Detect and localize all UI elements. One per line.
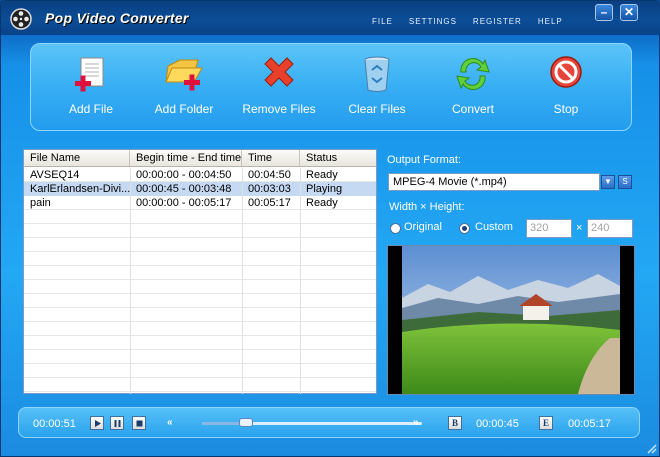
table-row[interactable]: KarlErlandsen-Divi... 00:00:45 - 00:03:48… [24,182,376,196]
clear-files-button[interactable]: Clear Files [332,52,422,128]
play-icon [95,420,101,427]
minimize-button[interactable]: – [595,4,613,21]
size-label: Width × Height: [389,201,465,213]
app-window: Pop Video Converter FILE SETTINGS REGIST… [0,0,660,457]
output-format-select[interactable]: MPEG-4 Movie (*.mp4) [388,173,600,191]
convert-arrows-icon [456,58,490,90]
stop-playback-button[interactable] [132,416,146,430]
menu-register[interactable]: REGISTER [473,17,522,26]
play-button[interactable] [90,416,104,430]
radio-custom[interactable] [459,223,470,234]
film-reel-icon [10,8,32,30]
remove-files-label: Remove Files [242,102,316,116]
cell-time: 00:05:17 [248,197,291,209]
height-input[interactable]: 240 [587,219,633,238]
add-folder-label: Add Folder [154,102,214,116]
set-end-button[interactable]: E [539,416,553,430]
cell-status: Ready [306,197,338,209]
file-list-body: AVSEQ14 00:00:00 - 00:04:50 00:04:50 Ready K… [24,168,376,394]
menu-settings[interactable]: SETTINGS [409,17,457,26]
stop-square-icon [136,420,143,427]
format-settings-button[interactable]: S [618,175,632,189]
remove-files-button[interactable]: Remove Files [234,52,324,128]
preview-landscape-image [402,246,620,394]
pause-icon [114,420,121,427]
add-folder-icon [165,59,203,91]
rewind-icon[interactable]: « [167,417,173,428]
menu-help[interactable]: HELP [538,17,563,26]
clear-files-label: Clear Files [348,102,406,116]
column-begin-end[interactable]: Begin time - End time [130,150,242,166]
close-button[interactable]: ✕ [620,4,638,21]
column-file-name[interactable]: File Name [24,150,130,166]
column-time[interactable]: Time [242,150,300,166]
menu-file[interactable]: FILE [372,17,393,26]
toolbar: Add File Add Folder Remove Files Clear F… [30,43,632,131]
column-divider [300,168,301,394]
output-format-label: Output Format: [387,154,461,166]
stop-label: Stop [553,102,579,116]
cell-file-name: AVSEQ14 [30,169,80,181]
file-list[interactable]: File Name Begin time - End time Time Sta… [23,149,377,394]
end-time: 00:05:17 [568,418,611,430]
column-divider [130,168,131,394]
cell-status: Ready [306,169,338,181]
cell-file-name: pain [30,197,51,209]
seek-thumb[interactable] [239,418,253,427]
convert-button[interactable]: Convert [428,52,518,128]
seek-slider[interactable] [202,422,422,425]
table-row[interactable]: pain 00:00:00 - 00:05:17 00:05:17 Ready [24,196,376,210]
add-file-label: Add File [68,102,114,116]
begin-time: 00:00:45 [476,418,519,430]
app-title: Pop Video Converter [45,10,189,26]
times-sign: × [576,222,583,234]
cell-file-name: KarlErlandsen-Divi... [30,183,130,195]
width-input[interactable]: 320 [526,219,572,238]
stop-icon [550,56,582,88]
cell-begin-end: 00:00:00 - 00:04:50 [136,169,232,181]
radio-original[interactable] [390,223,401,234]
add-file-icon [75,57,104,92]
remove-x-icon [264,57,294,87]
cell-time: 00:03:03 [248,183,291,195]
resize-grip-icon[interactable] [645,442,657,454]
title-bar[interactable]: Pop Video Converter FILE SETTINGS REGIST… [1,1,660,35]
recycle-bin-icon [364,56,390,92]
convert-label: Convert [451,102,495,116]
output-settings-panel: Output Format: MPEG-4 Movie (*.mp4) ▼ S … [385,149,641,399]
cell-begin-end: 00:00:00 - 00:05:17 [136,197,232,209]
stop-button[interactable]: Stop [521,52,611,128]
cell-begin-end: 00:00:45 - 00:03:48 [136,183,232,195]
add-folder-button[interactable]: Add Folder [139,52,229,128]
table-row[interactable]: AVSEQ14 00:00:00 - 00:04:50 00:04:50 Ready [24,168,376,182]
chevron-down-icon[interactable]: ▼ [601,175,615,189]
column-status[interactable]: Status [300,150,376,166]
forward-icon[interactable]: » [413,417,419,428]
original-label[interactable]: Original [404,221,442,233]
pause-button[interactable] [110,416,124,430]
add-file-button[interactable]: Add File [46,52,136,128]
column-divider [242,168,243,394]
cell-status: Playing [306,183,343,195]
file-list-header: File Name Begin time - End time Time Sta… [24,150,376,167]
player-bar: 00:00:51 « » B 00:00:45 E 00:05:17 [18,407,640,438]
cell-time: 00:04:50 [248,169,291,181]
set-begin-button[interactable]: B [448,416,462,430]
custom-label[interactable]: Custom [475,221,513,233]
main-menu: FILE SETTINGS REGISTER HELP [372,17,579,26]
current-time: 00:00:51 [33,418,76,430]
video-preview [387,245,635,395]
